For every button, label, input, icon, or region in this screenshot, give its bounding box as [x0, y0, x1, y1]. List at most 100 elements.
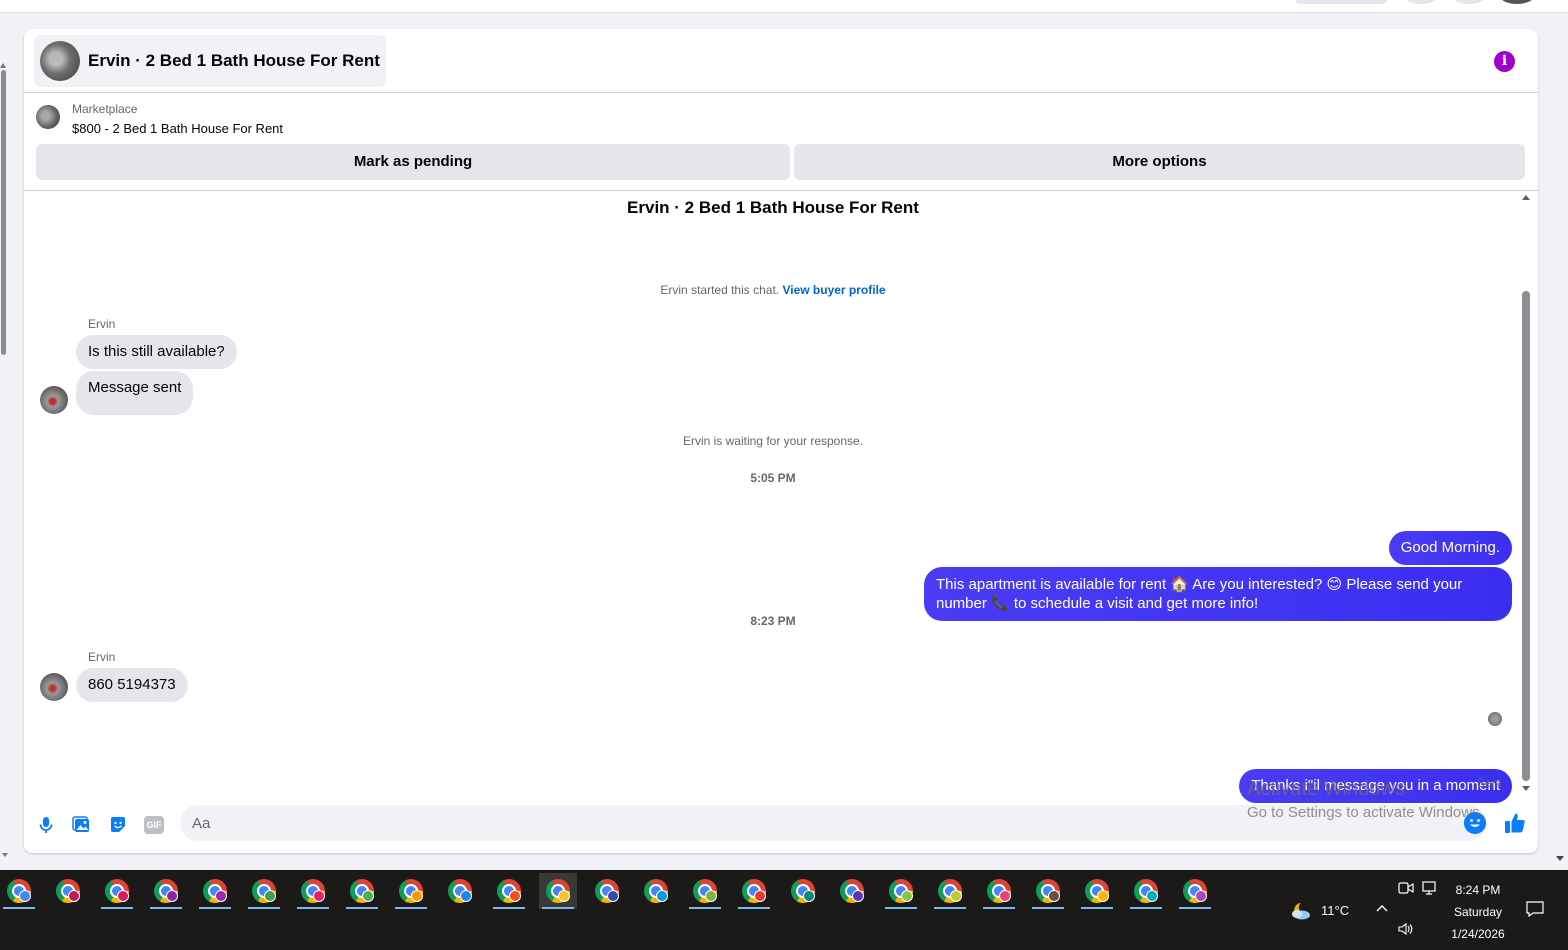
taskbar-chrome-app[interactable] [833, 873, 871, 909]
sent-status: Sent [1477, 776, 1502, 790]
message-list: Ervin · 2 Bed 1 Bath House For Rent Ervi… [24, 191, 1538, 803]
sender-name: Ervin [88, 650, 116, 664]
profile-badge-icon [411, 890, 423, 902]
conversation-title: Ervin · 2 Bed 1 Bath House For Rent [88, 51, 380, 70]
scroll-down-arrow[interactable] [1522, 786, 1530, 791]
volume-icon[interactable] [1398, 922, 1414, 936]
meet-now-icon[interactable] [1398, 881, 1414, 895]
page-scrollbar[interactable] [0, 60, 6, 360]
emoji-icon[interactable] [1464, 812, 1486, 834]
taskbar-chrome-app[interactable] [1078, 873, 1116, 909]
taskbar-chrome-app[interactable] [588, 873, 626, 909]
running-indicator [150, 907, 182, 909]
view-buyer-profile-link[interactable]: View buyer profile [782, 283, 885, 297]
taskbar-chrome-app[interactable] [196, 873, 234, 909]
sticker-icon[interactable] [108, 815, 128, 835]
profile-badge-icon [19, 890, 31, 902]
message-input[interactable] [180, 805, 1486, 841]
running-indicator [983, 907, 1015, 909]
running-indicator [738, 907, 770, 909]
profile-badge-icon [509, 890, 521, 902]
taskbar-chrome-app[interactable] [1176, 873, 1214, 909]
scroll-down-arrow[interactable] [1556, 856, 1564, 861]
conversation-title-button[interactable]: Ervin · 2 Bed 1 Bath House For Rent [34, 35, 386, 87]
taskbar-chrome-app[interactable] [539, 873, 577, 909]
taskbar-chrome-app[interactable] [0, 873, 38, 909]
photo-icon[interactable] [72, 815, 92, 835]
profile-avatar[interactable] [1500, 0, 1534, 4]
mark-as-pending-button[interactable]: Mark as pending [36, 144, 790, 180]
messages-scrollbar-thumb[interactable] [1522, 291, 1530, 781]
listing-title[interactable]: $800 - 2 Bed 1 Bath House For Rent [72, 121, 283, 136]
taskbar-chrome-app[interactable] [686, 873, 724, 909]
outgoing-message[interactable]: Good Morning. [1388, 531, 1512, 565]
running-indicator [248, 907, 280, 909]
network-icon[interactable] [1422, 881, 1438, 895]
more-options-button[interactable]: More options [794, 144, 1525, 180]
taskbar-chrome-app[interactable] [49, 873, 87, 909]
profile-badge-icon [999, 890, 1011, 902]
top-nav-pill[interactable] [1295, 0, 1387, 4]
running-indicator [199, 907, 231, 909]
system-clock[interactable]: 8:24 PM Saturday 1/24/2026 [1440, 879, 1516, 945]
profile-badge-icon [117, 890, 129, 902]
profile-badge-icon [215, 890, 227, 902]
profile-badge-icon [705, 890, 717, 902]
incoming-message[interactable]: Message sent [76, 371, 194, 415]
running-indicator [1081, 907, 1113, 909]
conversation-heading: Ervin · 2 Bed 1 Bath House For Rent [627, 198, 919, 217]
profile-badge-icon [852, 890, 864, 902]
taskbar-chrome-app[interactable] [294, 873, 332, 909]
taskbar-chrome-app[interactable] [98, 873, 136, 909]
incoming-message[interactable]: Is this still available? [76, 335, 237, 369]
taskbar-chrome-app[interactable] [980, 873, 1018, 909]
incoming-message[interactable]: 860 5194373 [76, 668, 188, 702]
listing-thumbnail[interactable] [36, 105, 60, 129]
running-indicator [1179, 907, 1211, 909]
taskbar-chrome-app[interactable] [1029, 873, 1067, 909]
taskbar-chrome-app[interactable] [637, 873, 675, 909]
taskbar-chrome-app[interactable] [441, 873, 479, 909]
taskbar-chrome-app[interactable] [882, 873, 920, 909]
running-indicator [542, 907, 574, 909]
profile-badge-icon [166, 890, 178, 902]
sender-avatar[interactable] [40, 673, 68, 701]
outgoing-message[interactable]: Thanks i"il message you in a moment [1239, 769, 1512, 803]
taskbar-chrome-app[interactable] [392, 873, 430, 909]
chevron-up-icon[interactable] [1376, 903, 1388, 915]
page-scrollbar-thumb[interactable] [1, 70, 6, 355]
taskbar-chrome-app[interactable] [245, 873, 283, 909]
microphone-icon[interactable] [36, 815, 56, 835]
taskbar-chrome-app[interactable] [1127, 873, 1165, 909]
top-nav-button[interactable] [1452, 0, 1486, 4]
chat-started-notice: Ervin started this chat. View buyer prof… [24, 283, 1522, 297]
messages-scrollbar[interactable] [1519, 195, 1533, 791]
profile-badge-icon [460, 890, 472, 902]
profile-badge-icon [1146, 890, 1158, 902]
scroll-down-arrow[interactable] [2, 853, 8, 857]
taskbar-chrome-app[interactable] [784, 873, 822, 909]
running-indicator [493, 907, 525, 909]
running-indicator [1130, 907, 1162, 909]
notification-icon[interactable] [1526, 901, 1544, 917]
weather-icon[interactable] [1289, 899, 1313, 921]
outgoing-message[interactable]: This apartment is available for rent 🏠 A… [924, 567, 1512, 621]
thumbs-up-icon[interactable] [1503, 811, 1527, 835]
taskbar-chrome-app[interactable] [490, 873, 528, 909]
timestamp: 8:23 PM [750, 614, 796, 628]
gif-icon[interactable]: GIF [144, 816, 164, 834]
taskbar-chrome-app[interactable] [343, 873, 381, 909]
running-indicator [3, 907, 35, 909]
sender-name: Ervin [88, 317, 116, 331]
info-icon[interactable]: i [1494, 51, 1515, 72]
running-indicator [689, 907, 721, 909]
temperature[interactable]: 11°C [1321, 903, 1349, 918]
top-nav-button[interactable] [1404, 0, 1438, 4]
sender-avatar[interactable] [40, 386, 68, 414]
scroll-up-arrow[interactable] [1522, 195, 1530, 200]
taskbar-chrome-app[interactable] [931, 873, 969, 909]
taskbar-chrome-app[interactable] [147, 873, 185, 909]
taskbar-chrome-app[interactable] [735, 873, 773, 909]
running-indicator [934, 907, 966, 909]
waiting-notice: Ervin is waiting for your response. [682, 434, 864, 448]
